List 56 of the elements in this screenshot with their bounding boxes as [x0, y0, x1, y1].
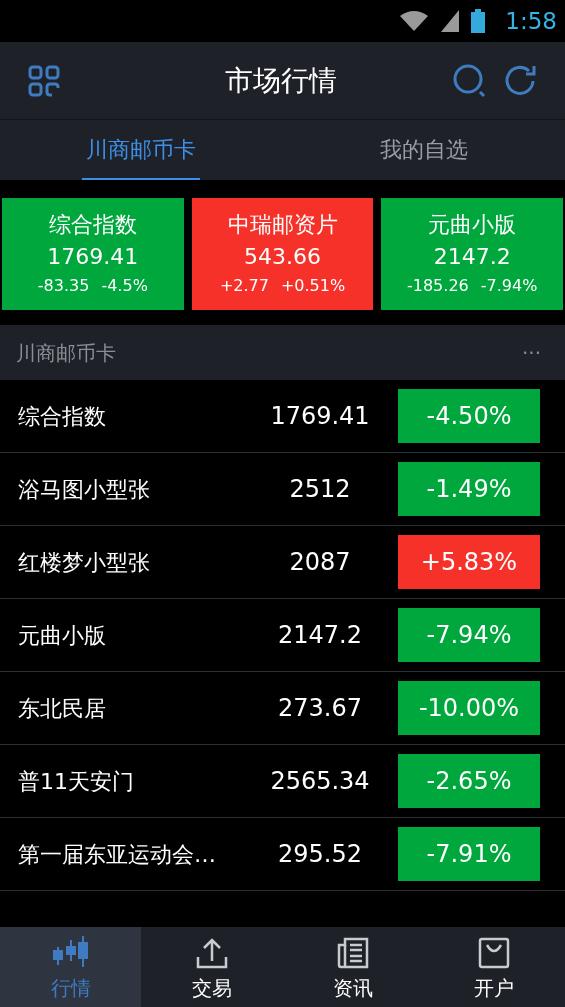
- stock-name: 普11天安门: [17, 767, 135, 796]
- index-percent: -7.94%: [480, 275, 538, 297]
- candlestick-icon: [52, 935, 89, 969]
- index-name: 元曲小版: [428, 211, 517, 239]
- index-value: 1769.41: [47, 243, 139, 271]
- upload-icon: [195, 937, 228, 969]
- stock-price: 1769.41: [269, 401, 371, 432]
- battery-icon: [471, 9, 486, 33]
- page-title: 市场行情: [224, 62, 337, 99]
- change-badge: -7.94%: [398, 608, 540, 662]
- change-badge: -10.00%: [398, 681, 540, 735]
- bag-icon: [478, 937, 511, 969]
- index-card[interactable]: 元曲小版 2147.2 -185.26 -7.94%: [381, 198, 563, 310]
- index-percent: -4.5%: [101, 275, 148, 297]
- wifi-icon: [399, 10, 430, 32]
- change-badge: +5.83%: [398, 535, 540, 589]
- tab[interactable]: 川商邮币卡: [82, 120, 201, 180]
- nav-tab[interactable]: 开户: [423, 927, 565, 1007]
- change-badge: -4.50%: [398, 389, 540, 443]
- search-icon[interactable]: [453, 63, 487, 98]
- index-change: -185.26: [407, 275, 469, 297]
- stock-name: 元曲小版: [17, 621, 107, 650]
- index-card[interactable]: 综合指数 1769.41 -83.35 -4.5%: [2, 198, 184, 310]
- stock-price: 295.52: [277, 839, 363, 870]
- change-badge: -1.49%: [398, 462, 540, 516]
- index-change: +2.77: [219, 275, 269, 297]
- change-badge: -2.65%: [398, 754, 540, 808]
- stock-name: 综合指数: [17, 402, 107, 431]
- grid-icon[interactable]: [28, 64, 60, 97]
- stock-name: 第一届东亚运动会…: [17, 840, 217, 869]
- index-card[interactable]: 中瑞邮资片 543.66 +2.77 +0.51%: [191, 198, 374, 310]
- newspaper-icon: [337, 937, 370, 969]
- index-change: -83.35: [37, 275, 90, 297]
- status-time: 1:58: [505, 6, 557, 36]
- signal-icon: [441, 10, 460, 32]
- stock-price: 2512: [288, 474, 352, 505]
- index-percent: +0.51%: [280, 275, 346, 297]
- nav-tab[interactable]: 交易: [141, 927, 283, 1007]
- index-value: 2147.2: [433, 243, 511, 271]
- more-button[interactable]: ···: [521, 337, 549, 368]
- stock-name: 浴马图小型张: [17, 475, 151, 504]
- index-name: 综合指数: [48, 211, 137, 239]
- stock-name: 红楼梦小型张: [17, 548, 151, 577]
- stock-price: 2147.2: [277, 620, 363, 651]
- stock-price: 2087: [288, 547, 352, 578]
- stock-name: 东北民居: [17, 694, 107, 723]
- tab[interactable]: 我的自选: [375, 120, 472, 180]
- nav-tab[interactable]: 资讯: [282, 927, 424, 1007]
- stock-price: 273.67: [277, 693, 363, 724]
- stock-price: 2565.34: [269, 766, 371, 797]
- change-badge: -7.91%: [398, 827, 540, 881]
- refresh-icon[interactable]: [503, 63, 537, 98]
- section-title: 川商邮币卡: [16, 339, 116, 367]
- nav-tab[interactable]: 行情: [0, 927, 142, 1007]
- index-name: 中瑞邮资片: [227, 211, 338, 239]
- index-value: 543.66: [244, 243, 321, 271]
